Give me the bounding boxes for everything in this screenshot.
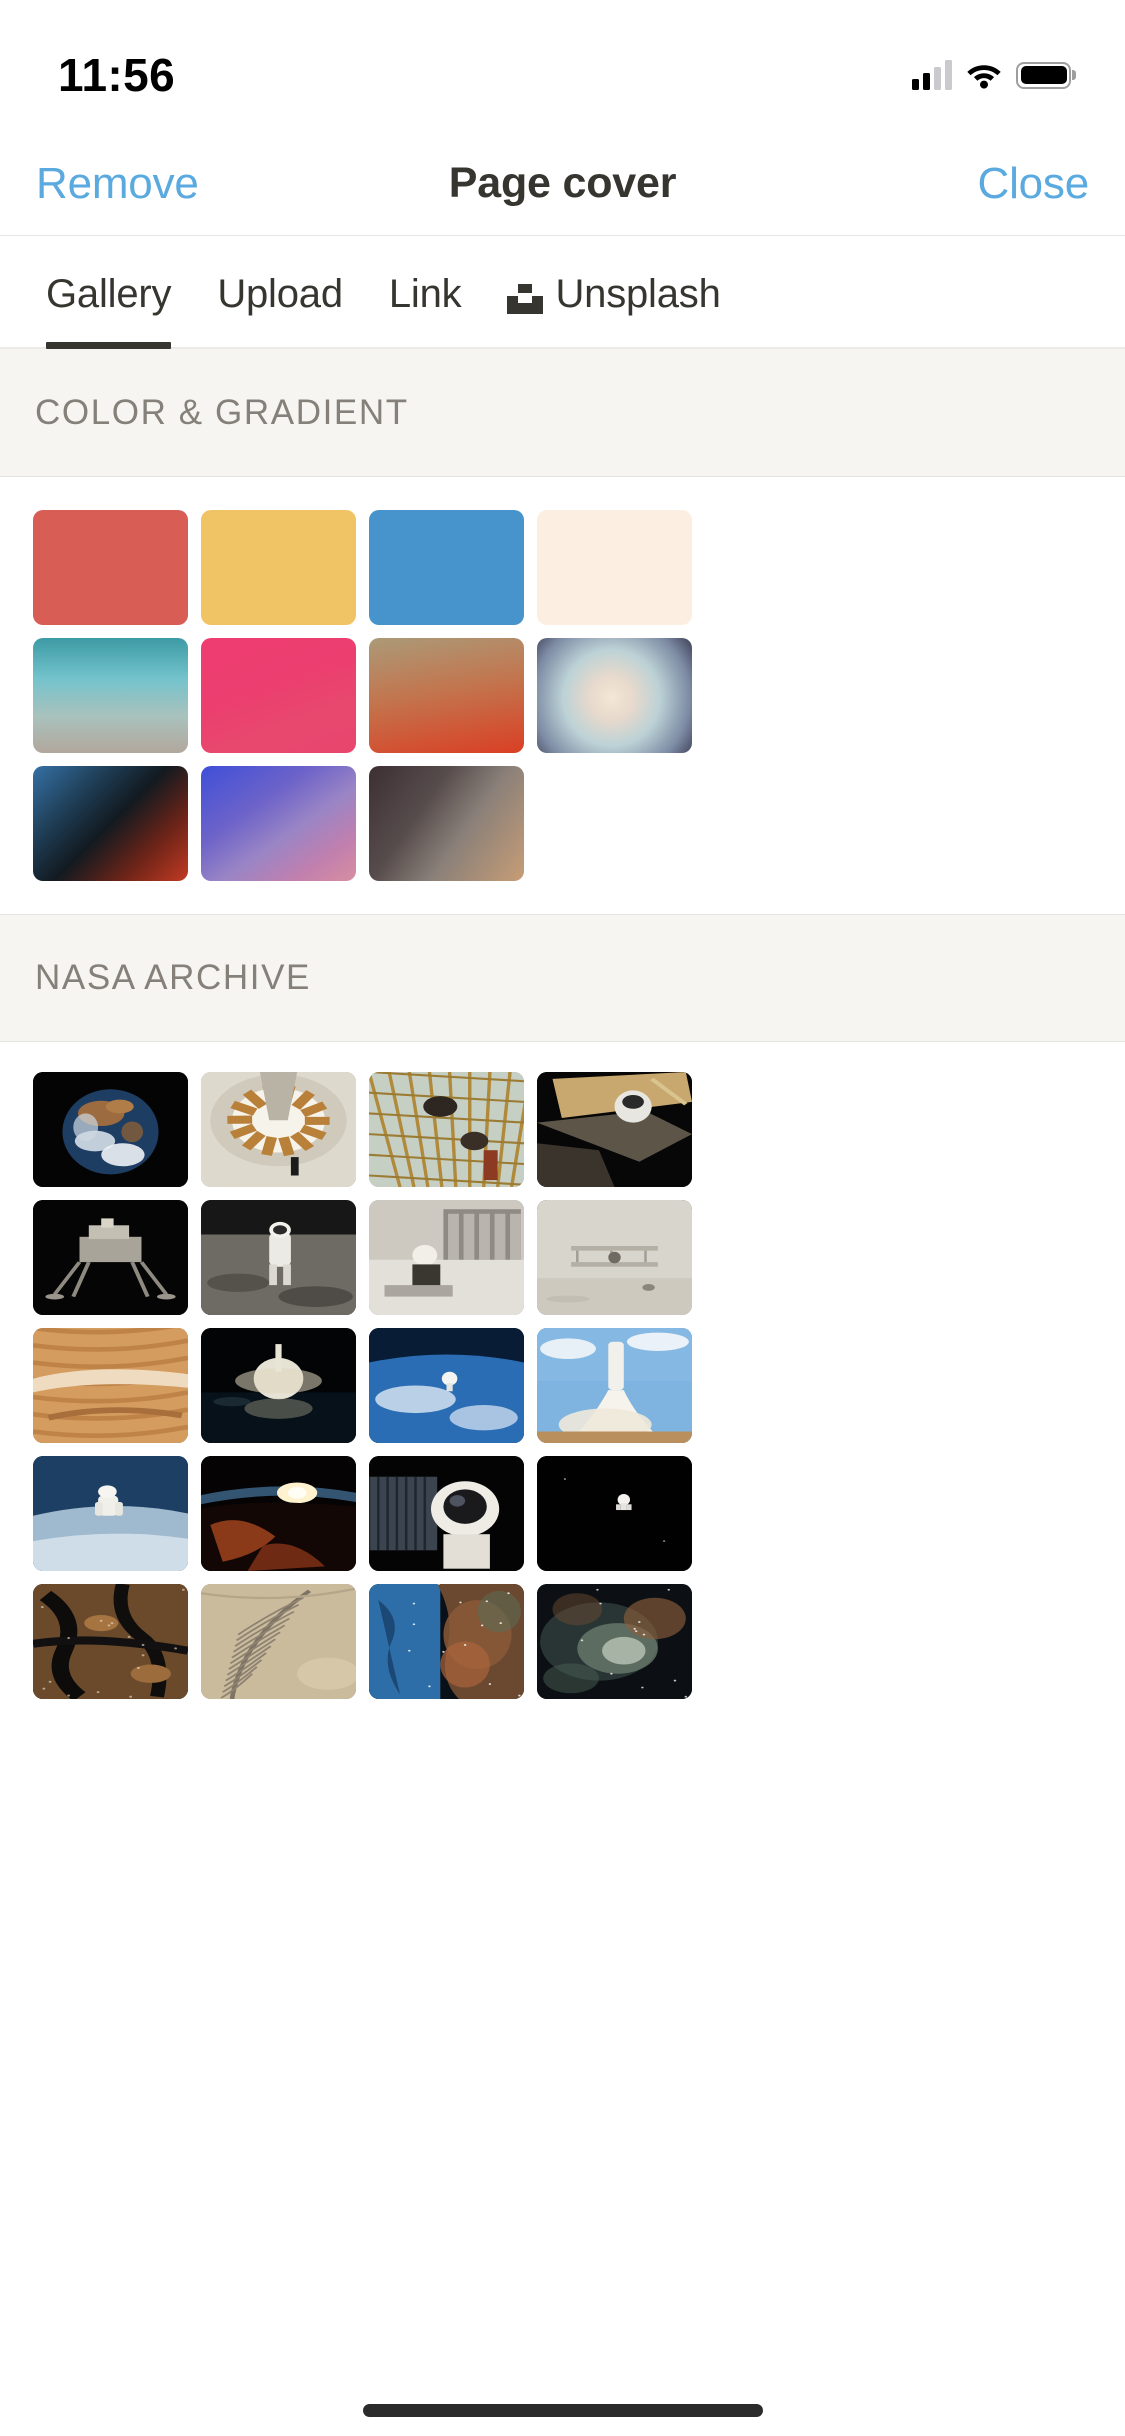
home-indicator[interactable]	[363, 2404, 763, 2417]
tab-unsplash-label: Unsplash	[555, 272, 720, 317]
status-icons	[912, 60, 1071, 90]
section-title-nasa-archive: NASA ARCHIVE	[35, 958, 311, 998]
nasa-photo-shuttle-launch-daytime[interactable]	[537, 1328, 692, 1443]
navigation-bar: Remove Page cover Close	[0, 132, 1125, 236]
remove-button[interactable]: Remove	[36, 159, 199, 209]
tab-link[interactable]: Link	[389, 236, 462, 347]
nasa-photo-earth-from-space[interactable]	[33, 1072, 188, 1187]
unsplash-logo-icon	[507, 279, 543, 309]
swatch-blue[interactable]	[369, 510, 524, 625]
battery-icon	[1016, 62, 1071, 89]
swatch-red[interactable]	[33, 510, 188, 625]
nasa-photo-astronaut-spacewalk-structure[interactable]	[537, 1072, 692, 1187]
nasa-photo-astronaut-untethered-eva[interactable]	[33, 1456, 188, 1571]
tab-upload-label: Upload	[217, 272, 343, 317]
nasa-photo-mission-control-computers[interactable]	[369, 1200, 524, 1315]
tab-upload[interactable]: Upload	[217, 236, 343, 347]
nasa-photo-astronaut-helmet-closeup[interactable]	[369, 1456, 524, 1571]
nasa-photo-desert-mountain-from-orbit[interactable]	[201, 1584, 356, 1699]
swatch-dark-to-tan[interactable]	[369, 766, 524, 881]
nasa-photo-earth-river-delta-from-orbit[interactable]	[33, 1584, 188, 1699]
swatch-blue-dark-red[interactable]	[33, 766, 188, 881]
section-header-color-gradient: COLOR & GRADIENT	[0, 349, 1125, 477]
swatch-pink-magenta[interactable]	[201, 638, 356, 753]
nasa-photo-astronaut-over-earth[interactable]	[369, 1328, 524, 1443]
section-title-color-gradient: COLOR & GRADIENT	[35, 393, 409, 433]
nasa-photo-night-launch-reflection[interactable]	[201, 1328, 356, 1443]
swatch-soft-radial[interactable]	[537, 638, 692, 753]
nasa-photo-astronaut-on-moon[interactable]	[201, 1200, 356, 1315]
tab-unsplash[interactable]: Unsplash	[507, 236, 720, 347]
nasa-photo-lunar-module[interactable]	[33, 1200, 188, 1315]
tab-link-label: Link	[389, 272, 462, 317]
swatch-cream[interactable]	[537, 510, 692, 625]
nasa-photo-nebula-cloud[interactable]	[537, 1584, 692, 1699]
swatch-teal-fade[interactable]	[33, 638, 188, 753]
cellular-signal-icon	[912, 60, 952, 90]
page-title: Page cover	[449, 159, 676, 208]
nasa-archive-grid	[0, 1042, 1125, 1699]
nasa-photo-sunrise-over-earth-limb[interactable]	[201, 1456, 356, 1571]
nasa-photo-wind-tunnel-interior[interactable]	[201, 1072, 356, 1187]
nasa-photo-engineers-on-scaffolding[interactable]	[369, 1072, 524, 1187]
nasa-photo-mars-surface-terrain[interactable]	[33, 1328, 188, 1443]
status-bar: 11:56	[0, 0, 1125, 132]
tab-gallery[interactable]: Gallery	[46, 236, 171, 347]
color-gradient-grid	[0, 477, 1125, 914]
nasa-photo-wright-flyer-biplane[interactable]	[537, 1200, 692, 1315]
wifi-icon	[966, 62, 1002, 89]
close-button[interactable]: Close	[978, 159, 1090, 209]
swatch-yellow[interactable]	[201, 510, 356, 625]
swatch-blue-purple-pink[interactable]	[201, 766, 356, 881]
nasa-photo-lone-astronaut-black-space[interactable]	[537, 1456, 692, 1571]
tab-gallery-label: Gallery	[46, 272, 171, 317]
tab-bar: Gallery Upload Link Unsplash	[0, 236, 1125, 349]
status-time: 11:56	[58, 48, 175, 102]
section-header-nasa-archive: NASA ARCHIVE	[0, 914, 1125, 1042]
swatch-tan-to-red[interactable]	[369, 638, 524, 753]
nasa-photo-carina-nebula[interactable]	[369, 1584, 524, 1699]
